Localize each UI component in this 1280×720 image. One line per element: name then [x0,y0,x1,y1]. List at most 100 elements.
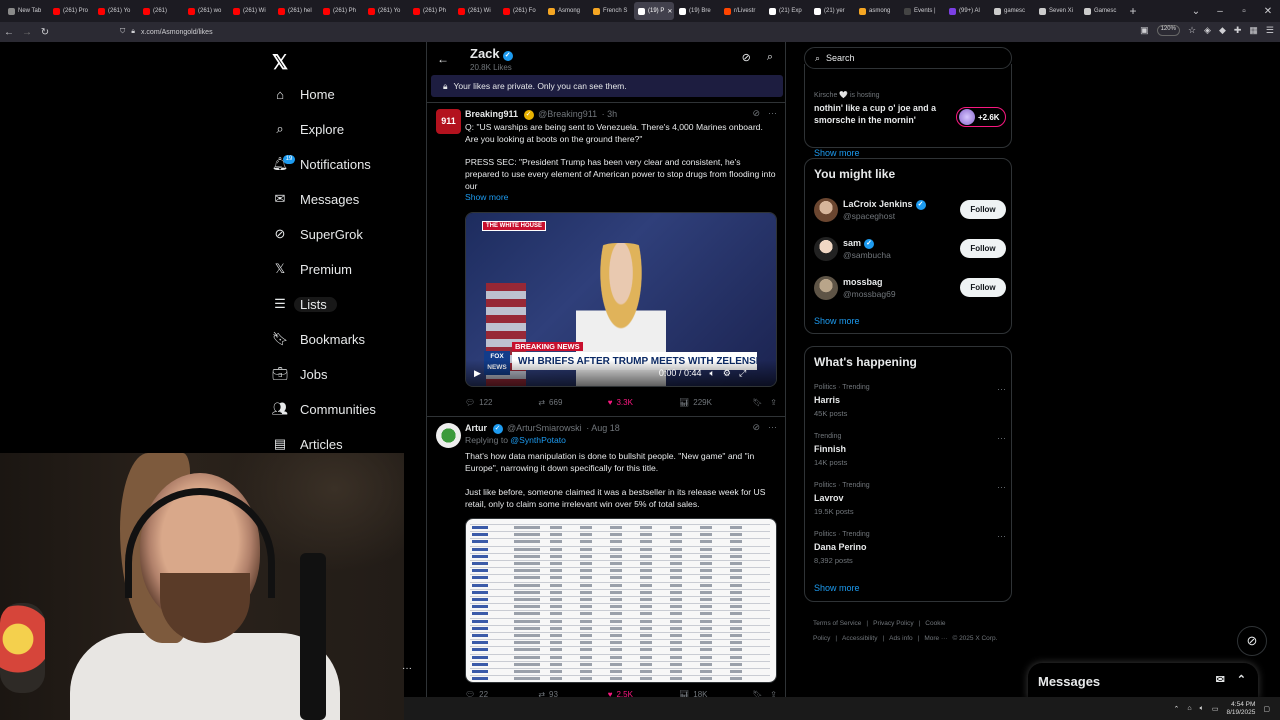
extension-icon[interactable]: ✚ [1234,25,1242,36]
like-button[interactable]: ♥ 3.3K [608,398,679,407]
browser-tab[interactable]: (261) wo [184,2,228,20]
play-icon[interactable]: ▶ [474,368,481,379]
footer-link[interactable]: © 2025 X Corp. [952,635,997,642]
footer-link[interactable]: Terms of Service [813,620,861,627]
browser-tab[interactable]: New Tab [4,2,48,20]
avatar[interactable] [814,237,838,261]
tweet-handle[interactable]: @Breaking911 [538,109,597,119]
extension-icon[interactable]: ◈ [1204,25,1211,36]
browser-tab[interactable]: Events | [900,2,944,20]
browser-tab[interactable]: (261) Ph [319,2,363,20]
more-options-icon[interactable]: ··· [997,531,1006,541]
replying-to-handle[interactable]: @SynthPotato [510,435,566,445]
tweet-time[interactable]: · Aug 18 [586,423,620,433]
speaker-icon[interactable]: 🔈︎ [1200,705,1204,713]
extension-icon[interactable]: ◆ [1219,25,1226,36]
browser-tab[interactable]: (261) Yo [364,2,408,20]
browser-tab[interactable]: (21) yer [810,2,854,20]
volume-icon[interactable]: 🔈︎ [709,368,714,379]
tweet[interactable]: 911 Breaking911 ✓ @Breaking911 · 3h ⊘ ··… [427,102,785,415]
follow-suggestion[interactable]: LaCroix Jenkins ✓ @spaceghost Follow [814,197,1006,225]
show-more-link[interactable]: Show more [814,316,860,326]
browser-tab[interactable]: (261) [139,2,183,20]
trend-item[interactable]: Politics · Trending Dana Perino 8,392 post… [814,531,1006,565]
tweet-author-name[interactable]: Breaking911 [465,109,518,119]
reload-icon[interactable]: ↻ [36,27,54,38]
notification-center-icon[interactable]: ▢ [1263,705,1270,713]
sidebar-item-home[interactable]: ⌂ Home [272,80,335,108]
maximize-icon[interactable]: ▫ [1232,6,1256,17]
browser-tab[interactable]: gamesc [990,2,1034,20]
avatar[interactable] [436,423,461,448]
browser-tab[interactable]: (261) Wi [229,2,273,20]
follow-button[interactable]: Follow [960,278,1006,297]
browser-tab[interactable]: (261) Fo [499,2,543,20]
lock-icon[interactable]: 🔒︎ [131,28,135,36]
views-button[interactable]: 📊︎ 229K [679,398,752,407]
sales-table-image[interactable] [465,518,777,683]
follow-suggestion[interactable]: sam ✓ @sambucha Follow [814,236,1006,264]
tweet-author-name[interactable]: Artur [465,423,487,433]
menu-icon[interactable]: ☰ [1266,25,1274,36]
video-player[interactable]: THE WHITE HOUSE BREAKING NEWS FOX NEWS W… [465,212,777,387]
chevron-up-icon[interactable]: ⌃ [1174,705,1180,713]
address-bar[interactable]: ⛉ 🔒︎ x.com/Asmongold/likes [116,25,1106,39]
sidebar-item-premium[interactable]: 𝕏 Premium [272,255,352,283]
sidebar-item-lists[interactable]: ☰ Lists [272,290,337,318]
browser-tab[interactable]: (261) hel [274,2,318,20]
suggestion-name[interactable]: LaCroix Jenkins ✓ [843,199,926,210]
trend-item[interactable]: Trending Finnish 14K posts ··· [814,433,1006,467]
x-logo-icon[interactable]: 𝕏 [272,50,288,75]
forward-icon[interactable]: → [18,27,36,38]
footer-link[interactable]: Privacy Policy [873,620,913,627]
tab-list-chevron-icon[interactable]: ⌄ [1184,6,1208,17]
new-tab-icon[interactable]: + [1125,4,1141,18]
minimize-icon[interactable]: – [1208,6,1232,17]
back-arrow-icon[interactable]: ← [437,52,449,66]
sidebar-item-messages[interactable]: ✉ Messages [272,185,360,213]
search-icon[interactable]: ⌕ [767,51,773,64]
footer-link[interactable]: More ··· [924,635,947,642]
settings-gear-icon[interactable]: ⚙ [723,368,731,379]
system-clock[interactable]: 4:54 PM 8/19/2025 [1226,701,1255,717]
close-window-icon[interactable]: ✕ [1256,6,1280,17]
suggestion-name[interactable]: sam ✓ [843,238,875,249]
expand-icon[interactable]: ⌃ [1237,673,1246,686]
browser-tab[interactable]: (261) Pro [49,2,93,20]
messages-drawer[interactable]: Messages ✉ ⌃ [1028,663,1258,699]
sidebar-item-bookmarks[interactable]: 🔖︎ Bookmarks [272,325,365,353]
avatar[interactable] [814,276,838,300]
browser-tab[interactable]: (261) Yo [94,2,138,20]
browser-tab[interactable]: (261) Ph [409,2,453,20]
browser-tab[interactable]: (261) Wi [454,2,498,20]
space-title[interactable]: nothin' like a cup o' joe and a smorsche… [814,102,944,126]
bookmark-icon[interactable]: 🔖︎ [752,398,770,407]
grok-icon[interactable]: ⊘ [752,108,760,119]
grok-button[interactable]: ⊘ [1237,626,1267,656]
more-options-icon[interactable]: ··· [997,433,1006,443]
browser-tab[interactable]: (19) P ✕ [634,2,674,20]
network-icon[interactable]: ⌂ [1187,705,1191,712]
more-options-icon[interactable]: ··· [768,422,777,433]
tweet[interactable]: Artur ✓ @ArturSmiarowski · Aug 18 ⊘ ··· … [427,416,785,698]
share-icon[interactable]: ⇪ [770,398,777,407]
tweet-time[interactable]: · 3h [602,109,618,119]
sidebar-item-communities[interactable]: 👥︎ Communities [272,395,376,423]
show-more-link[interactable]: Show more [465,192,508,202]
tweet-handle[interactable]: @ArturSmiarowski [507,423,582,433]
grok-icon[interactable]: ⊘ [742,51,751,64]
shield-icon[interactable]: ⛉ [120,28,125,36]
browser-tab[interactable]: asmong [855,2,899,20]
more-options-icon[interactable]: ··· [768,108,777,119]
battery-icon[interactable]: ▭ [1212,705,1219,713]
browser-tab[interactable]: French S [589,2,633,20]
trend-item[interactable]: Politics · Trending Lavrov 19.5K posts ··· [814,482,1006,516]
browser-tab[interactable]: (99+) Al [945,2,989,20]
avatar[interactable] [814,198,838,222]
bookmark-star-icon[interactable]: ☆ [1188,25,1196,36]
browser-tab[interactable]: (21) Exp [765,2,809,20]
sidebar-item-explore[interactable]: ⌕ Explore [272,115,344,143]
back-icon[interactable]: ← [0,27,18,38]
browser-tab[interactable]: r/Livestr [720,2,764,20]
reply-button[interactable]: 💬︎ 122 [465,398,538,407]
